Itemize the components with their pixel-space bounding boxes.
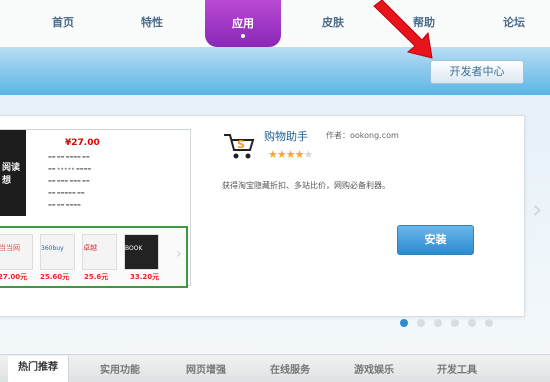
app-description: 获得淘宝隐藏折扣、多站比价，网购必备利器。 [222,181,390,190]
developer-center-button[interactable]: 开发者中心 [430,60,524,84]
carousel-dot[interactable] [417,319,425,327]
carousel-dot[interactable] [434,319,442,327]
tab-online-service[interactable]: 在线服务 [270,361,310,376]
carousel-next-icon[interactable]: › [532,195,542,225]
svg-text:S: S [237,138,245,151]
thumb-label: 当当网 [0,244,20,252]
app-card: 阅读想 ¥27.00 ▬▬ ▬▬ ▬▬▬▬ ▬▬ ▬▬ ★★★★★ ▬▬▬▬ ▬… [0,115,525,317]
preview-meta: ▬▬ ▬▬▬ ▬▬▬ ▬▬ [48,178,90,183]
thumb-360buy: 360buy [40,234,75,270]
tab-hot[interactable]: 热门推荐 [8,356,69,382]
thumb-dangdang: 当当网 [0,234,33,270]
app-screenshot: 阅读想 ¥27.00 ▬▬ ▬▬ ▬▬▬▬ ▬▬ ▬▬ ★★★★★ ▬▬▬▬ ▬… [0,129,191,288]
nav-apps: 应用 [232,17,254,30]
category-tabs: 热门推荐 实用功能 网页增强 在线服务 游戏娱乐 开发工具 [0,354,550,382]
tab-dev-tools[interactable]: 开发工具 [437,361,477,376]
thumb-price: 33.20元 [130,273,160,281]
tab-web-enhance[interactable]: 网页增强 [186,361,226,376]
nav-home[interactable]: 首页 [52,14,74,30]
tab-utility[interactable]: 实用功能 [100,361,140,376]
preview-meta: ▬▬ ▬▬▬▬▬ ▬▬ [48,190,85,195]
thumb-price: 27.00元 [0,273,28,281]
red-arrow-icon [373,0,433,59]
preview-meta: ▬▬ ▬▬ ▬▬▬▬ [48,202,81,207]
carousel-dot[interactable] [400,319,408,327]
install-button[interactable]: 安装 [397,225,474,255]
tab-games[interactable]: 游戏娱乐 [354,361,394,376]
book-cover: 阅读想 [0,130,26,216]
thumb-label: 360buy [41,245,64,252]
nav-forum[interactable]: 论坛 [503,14,525,30]
preview-meta: ▬▬ ★★★★★ ▬▬▬▬ [48,166,92,171]
carousel-dots [400,312,502,327]
thumb-label: BOOK [125,245,143,252]
thumb-label: 卓越 [83,244,97,252]
nav-apps-active[interactable]: 应用 [205,0,281,47]
carousel-dot[interactable] [451,319,459,327]
strip-next-icon[interactable]: › [176,246,182,262]
thumb-price: 25.60元 [40,273,70,281]
active-dot [241,34,245,38]
thumb-joyo: 卓越 [82,234,117,270]
price-compare-strip: 当当网 360buy 卓越 BOOK 27.00元 25.60元 25.6元 3… [0,226,188,288]
rating-stars: ★★★★★ [268,148,313,161]
app-author: 作者：ookong.com [326,131,399,140]
app-title[interactable]: 购物助手 [264,128,308,144]
preview-meta: ▬▬ ▬▬ ▬▬▬▬ ▬▬ [48,154,90,159]
book-cover-text: 阅读想 [2,163,21,186]
nav-features[interactable]: 特性 [141,14,163,30]
thumb-price: 25.6元 [84,273,109,281]
nav-skins[interactable]: 皮肤 [322,14,344,30]
top-nav: 首页 特性 应用 皮肤 帮助 论坛 [0,0,550,47]
carousel-dot[interactable] [468,319,476,327]
shopping-cart-icon: S [224,134,255,159]
thumb-book: BOOK [124,234,159,270]
preview-price: ¥27.00 [65,138,100,148]
carousel-dot[interactable] [485,319,493,327]
